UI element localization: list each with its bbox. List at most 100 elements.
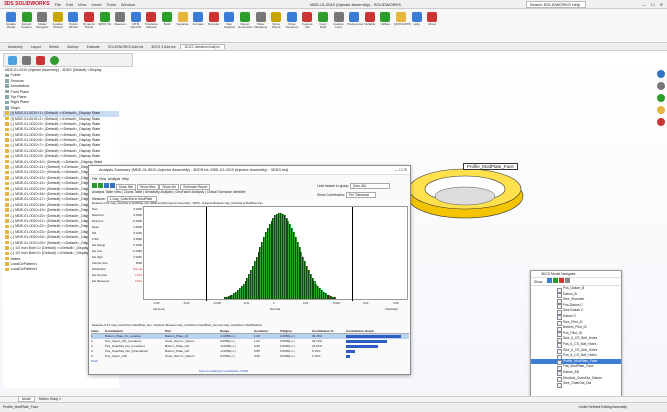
subtab-sensitivity[interactable]: Sensitivity Analysis — [145, 190, 173, 194]
appearance-icon[interactable] — [657, 94, 665, 102]
component-icon — [5, 95, 9, 99]
forward-icon[interactable] — [109, 183, 115, 188]
subtab-table-view[interactable]: Analysis Table View — [92, 190, 121, 194]
command-tab[interactable]: Layout — [27, 45, 45, 49]
dialog-menu-help[interactable]: Help — [122, 177, 129, 181]
feature-manager-icon[interactable] — [8, 56, 17, 65]
command-tab[interactable]: SOLIDWORKS Add-Ins — [104, 45, 147, 49]
ribbon-button[interactable]: Preferences — [347, 12, 363, 26]
command-tab[interactable]: Evaluate — [83, 45, 104, 49]
component-icon — [5, 170, 9, 175]
command-tab[interactable]: Assembly — [4, 45, 27, 49]
column-header[interactable]: Range — [220, 329, 254, 333]
ribbon-button[interactable]: MTM Dev/AR — [129, 12, 143, 29]
ribbon-button[interactable]: QDXNAPPR — [394, 12, 411, 26]
ribbon-button[interactable]: Variable — [363, 12, 377, 26]
column-header[interactable]: Contribution — [105, 329, 165, 333]
dialog-menu-analysis[interactable]: Analysis — [108, 177, 120, 181]
ribbon-button[interactable]: Dynamic Points — [82, 12, 96, 29]
ribbon-label: SRSS Tol — [98, 22, 111, 26]
contrib-select[interactable]: Per Tolerance — [345, 192, 376, 198]
menu-edit[interactable]: Edit — [66, 2, 73, 7]
maximize-icon[interactable]: ☐ — [651, 2, 655, 7]
ribbon-button[interactable]: Utilities — [378, 12, 392, 26]
component-icon — [5, 262, 9, 266]
ribbon-button[interactable]: Show Points — [269, 12, 283, 29]
view-palette-icon[interactable] — [657, 82, 665, 90]
home-icon[interactable] — [657, 70, 665, 78]
ribbon-button[interactable]: Update Model — [4, 12, 18, 29]
ribbon-button[interactable]: Decoder — [207, 12, 221, 26]
feature-filter-icon[interactable] — [553, 278, 559, 283]
column-header[interactable]: Contribution Graph — [346, 329, 406, 333]
ribbon-button[interactable]: Show Variations — [254, 12, 268, 29]
filter-icon[interactable] — [547, 278, 553, 283]
ribbon-label: QDXNAPPR — [394, 22, 411, 26]
menu-insert[interactable]: Insert — [92, 2, 102, 7]
step-icon[interactable] — [97, 183, 103, 188]
config-manager-icon[interactable] — [36, 56, 45, 65]
component-icon — [5, 203, 9, 207]
property-manager-icon[interactable] — [22, 56, 31, 65]
menu-window[interactable]: Window — [121, 2, 135, 7]
minimize-icon[interactable]: — — [642, 2, 646, 7]
ribbon-button[interactable]: Feature Lens — [332, 12, 346, 29]
ribbon-button[interactable]: Copy Data — [316, 12, 330, 29]
column-header[interactable]: Index — [91, 329, 105, 333]
column-header[interactable]: Part — [165, 329, 220, 333]
ribbon-button[interactable]: Show Tolerance — [285, 12, 299, 29]
command-tab[interactable]: Sketch — [45, 45, 63, 49]
subtab-critical-tolerance[interactable]: Critical Tolerance Identifier — [207, 190, 246, 194]
ribbon-button[interactable]: Build — [160, 12, 174, 26]
ribbon-button[interactable]: Tolerance Variants — [144, 12, 158, 29]
dimxpert-icon[interactable] — [50, 56, 59, 65]
contribution-bar — [346, 335, 402, 338]
ribbon-button[interactable]: Help — [410, 12, 424, 26]
column-header[interactable]: Contribution % — [312, 329, 346, 333]
tolerance-filter-icon[interactable] — [558, 278, 564, 283]
tree-item-label: (f) MDE-01-0010<1> (Default) <<Default>_… — [10, 111, 101, 116]
ribbon-button[interactable]: About — [425, 12, 439, 26]
command-tab[interactable]: Markup — [63, 45, 82, 49]
menu-tools[interactable]: Tools — [107, 2, 116, 7]
ribbon-icon — [99, 12, 110, 22]
ribbon-button[interactable]: Measure — [113, 12, 127, 26]
command-tab[interactable]: 3DCS 3 Add-Ins — [147, 45, 179, 49]
tab-motion-study[interactable]: Motion Study 1 — [36, 397, 64, 401]
stat-value: 0.001 — [135, 279, 142, 283]
custom-props-icon[interactable] — [657, 118, 665, 126]
dialog-menu-view[interactable]: View — [99, 177, 106, 181]
ribbon-button[interactable]: Feature Info — [300, 12, 314, 29]
ribbon-button[interactable]: Animate — [191, 12, 205, 26]
command-tab[interactable]: 3DCS Variation Analyst — [179, 44, 225, 49]
ribbon-button[interactable]: Extract Feature — [20, 12, 34, 29]
back-icon[interactable] — [103, 183, 109, 188]
contrib-title: Measure of 01: Gap_OuterDia to ModPlate_… — [92, 323, 263, 327]
navigator-item[interactable]: Size_OuterDia_Dia — [531, 381, 621, 388]
subtab-geofactor[interactable]: GeoFactor Analysis — [175, 190, 204, 194]
play-icon[interactable] — [92, 183, 97, 188]
tree-item-label: (-) 1/2 inch Bolt<2> (Default) <<Default… — [10, 251, 89, 256]
close-icon[interactable]: ✕ — [660, 2, 663, 7]
dialog-close-icon[interactable]: — ☐ ✕ — [395, 166, 408, 175]
ribbon-button[interactable]: Run Analysis — [222, 12, 236, 29]
dialog-menu-file[interactable]: File — [92, 177, 97, 181]
file-explorer-icon[interactable] — [657, 106, 665, 114]
column-header[interactable]: Geofactor — [254, 329, 280, 333]
subtab-charts[interactable]: Charts Table — [124, 190, 142, 194]
axis-tick-label: -0.04 — [183, 301, 190, 305]
menu-view[interactable]: View — [78, 2, 87, 7]
column-header[interactable]: %Sigma — [280, 329, 312, 333]
status-right: Under Defined Editing Assembly — [578, 405, 627, 409]
menu-file[interactable]: File — [55, 2, 61, 7]
ribbon-button[interactable]: Model Navigator — [35, 12, 49, 29]
ribbon-button[interactable]: SRSS Tol — [98, 12, 112, 26]
ribbon-button[interactable]: Report Generation — [238, 12, 253, 29]
hover-tooltip: Profile_ModPlate_Face — [463, 163, 518, 170]
move-filter-icon[interactable] — [564, 278, 570, 283]
ribbon-button[interactable]: Separate — [176, 12, 190, 26]
ribbon-button[interactable]: Points Wizard — [66, 12, 80, 29]
limit-select[interactable]: (Non-All) — [350, 183, 390, 189]
ribbon-button[interactable]: Feature Wizard — [51, 12, 65, 29]
search-input[interactable]: Search SOLIDWORKS Help — [525, 0, 586, 8]
